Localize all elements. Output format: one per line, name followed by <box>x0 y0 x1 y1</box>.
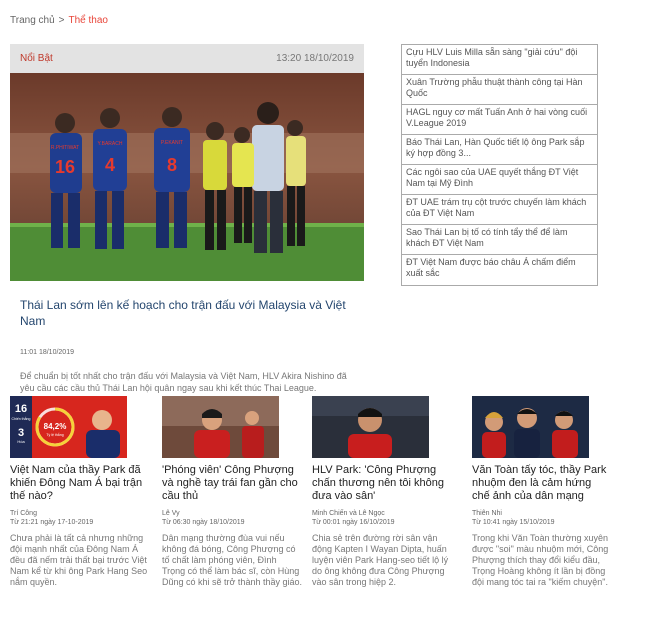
jersey-number-3: 8 <box>167 155 177 175</box>
news-card-author: Thiên Nhi <box>472 510 502 517</box>
news-card-title-link[interactable]: Văn Toàn tấy tóc, thầy Park nhuộm đen là… <box>472 464 612 503</box>
related-news-item[interactable]: Cựu HLV Luis Milla sẵn sàng "giải cứu" đ… <box>402 45 597 75</box>
featured-tag: Nổi Bật <box>20 53 53 64</box>
related-news-item[interactable]: Các ngôi sao của UAE quyết thắng ĐT Việt… <box>402 165 597 195</box>
jersey-name-3: P.EKANIT <box>161 140 183 146</box>
related-news-item[interactable]: ĐT UAE trám trụ cột trước chuyến làm khá… <box>402 195 597 225</box>
jersey-number-1: 16 <box>55 157 75 177</box>
stat-wins-label: Chiến thắng <box>12 416 31 421</box>
related-news-item[interactable]: Sao Thái Lan bị tố có tính tẩy thể để là… <box>402 225 597 255</box>
news-card-image[interactable] <box>472 396 589 458</box>
related-news-list: Cựu HLV Luis Milla sẵn sàng "giải cứu" đ… <box>401 44 598 286</box>
news-card-date: Từ 21:21 ngày 17-10-2019 <box>10 519 94 526</box>
jersey-name-1: R.PHITIWAT <box>51 145 79 151</box>
news-card-date: Từ 06:30 ngày 18/10/2019 <box>162 519 245 526</box>
breadcrumb: Trang chủ > Thể thao <box>10 15 108 26</box>
news-card-description: Dân mạng thường đùa vui nếu không đá bón… <box>162 533 302 587</box>
news-card: HLV Park: 'Công Phượng chấn thương nên t… <box>312 396 452 588</box>
news-card-author: Minh Chiến và Lê Ngọc <box>312 510 385 517</box>
stat-draws-value: 3 <box>18 427 24 439</box>
breadcrumb-current-link[interactable]: Thể thao <box>69 15 108 26</box>
related-news-item[interactable]: HAGL nguy cơ mất Tuấn Anh ở hai vòng cuố… <box>402 105 597 135</box>
news-card-description: Chưa phải là tất cả nhưng những đội mạnh… <box>10 533 148 587</box>
related-news-item[interactable]: Xuân Trường phẫu thuật thành công tại Hà… <box>402 75 597 105</box>
featured-article: Nổi Bật 13:20 18/10/2019 16 R.PHITIWAT 4… <box>10 44 364 394</box>
jersey-name-2: Y.BARACH <box>98 141 123 147</box>
featured-description: Để chuẩn bị tốt nhất cho trận đấu với Ma… <box>20 371 347 393</box>
news-card: 'Phóng viên' Công Phượng và nghề tay trá… <box>162 396 302 588</box>
news-card-author: Trí Công <box>10 510 37 517</box>
news-card-date: Từ 10:41 ngày 15/10/2019 <box>472 519 555 526</box>
stat-draws-label: Hòa <box>17 439 25 444</box>
news-card-description: Chia sẻ trên đường rời sân vận động Kapt… <box>312 533 449 587</box>
related-news-item[interactable]: Báo Thái Lan, Hàn Quốc tiết lộ ông Park … <box>402 135 597 165</box>
stat-percent-label: Tỷ lệ thắng <box>46 432 63 437</box>
news-card-image[interactable] <box>312 396 429 458</box>
breadcrumb-home-link[interactable]: Trang chủ <box>10 15 55 26</box>
news-card-image[interactable] <box>162 396 279 458</box>
news-card-date: Từ 00:01 ngày 16/10/2019 <box>312 519 395 526</box>
news-card-description: Trong khi Văn Toàn thường xuyên được "so… <box>472 533 609 587</box>
featured-header: Nổi Bật 13:20 18/10/2019 <box>10 44 364 73</box>
related-news-item[interactable]: ĐT Việt Nam được báo châu Á chấm điểm xu… <box>402 255 597 285</box>
news-card-title-link[interactable]: Việt Nam của thầy Park đã khiến Đông Nam… <box>10 464 150 503</box>
news-card-author: Lê Vy <box>162 510 180 517</box>
featured-date: 11:01 18/10/2019 <box>20 349 74 356</box>
news-card: 16 Chiến thắng 3 Hòa 84,2% Tỷ lệ thắng V… <box>10 396 150 588</box>
news-card-title-link[interactable]: 'Phóng viên' Công Phượng và nghề tay trá… <box>162 464 302 503</box>
breadcrumb-separator: > <box>58 15 65 26</box>
stat-wins-value: 16 <box>15 403 27 415</box>
featured-title-link[interactable]: Thái Lan sớm lên kế hoạch cho trận đấu v… <box>10 297 364 329</box>
jersey-number-2: 4 <box>105 155 115 175</box>
news-card-image[interactable]: 16 Chiến thắng 3 Hòa 84,2% Tỷ lệ thắng <box>10 396 127 458</box>
stat-percent: 84,2% <box>44 422 67 431</box>
featured-time: 13:20 18/10/2019 <box>276 53 354 64</box>
featured-image[interactable]: 16 R.PHITIWAT 4 Y.BARACH 8 P.EKANIT <box>10 73 364 281</box>
news-card: Văn Toàn tấy tóc, thầy Park nhuộm đen là… <box>472 396 612 588</box>
news-card-title-link[interactable]: HLV Park: 'Công Phượng chấn thương nên t… <box>312 464 452 503</box>
